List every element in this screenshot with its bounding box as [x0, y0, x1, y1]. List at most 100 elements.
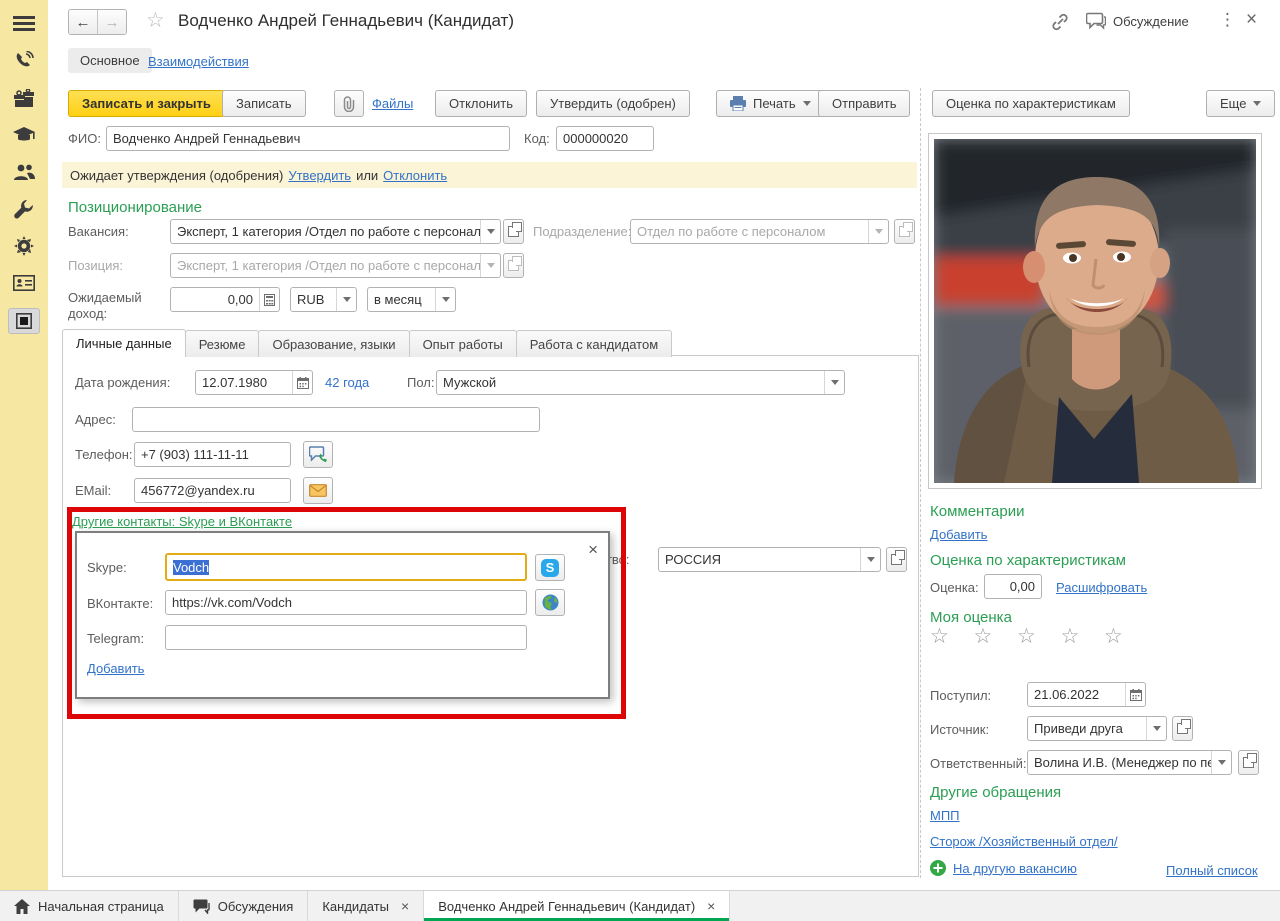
- reject-button[interactable]: Отклонить: [435, 90, 527, 117]
- source-open-button[interactable]: [1172, 716, 1193, 741]
- other-vacancy-item[interactable]: На другую вакансию: [930, 860, 1077, 876]
- gifts-icon[interactable]: [9, 86, 39, 110]
- tab-work-with-candidate[interactable]: Работа с кандидатом: [516, 330, 672, 357]
- citizenship-select[interactable]: РОССИЯ: [658, 547, 881, 572]
- rating-button[interactable]: Оценка по характеристикам: [932, 90, 1130, 117]
- gender-dropdown-arrow-icon[interactable]: [824, 371, 844, 394]
- taskbar-tab-candidates[interactable]: Кандидаты ×: [308, 891, 424, 921]
- vacancy-dropdown-arrow-icon[interactable]: [480, 220, 500, 243]
- status-approve-link[interactable]: Утвердить: [288, 168, 351, 183]
- favorite-star-icon[interactable]: ☆: [146, 8, 165, 33]
- panel-splitter[interactable]: [920, 88, 921, 878]
- popup-add-link[interactable]: Добавить: [87, 661, 144, 676]
- send-button[interactable]: Отправить: [818, 90, 910, 117]
- source-select[interactable]: Приведи друга: [1027, 716, 1167, 741]
- phone-icon[interactable]: [9, 49, 39, 73]
- responsible-dropdown-arrow-icon[interactable]: [1211, 751, 1231, 774]
- expected-income-label: Ожидаемый доход:: [68, 290, 163, 322]
- calculator-icon[interactable]: [259, 288, 279, 311]
- education-icon[interactable]: [9, 123, 39, 147]
- print-button[interactable]: Печать: [716, 90, 825, 117]
- vacancy-label: Вакансия:: [68, 224, 129, 239]
- tab-experience[interactable]: Опыт работы: [409, 330, 517, 357]
- approve-button[interactable]: Утвердить (одобрен): [536, 90, 690, 117]
- menu-icon[interactable]: [9, 12, 39, 36]
- email-input[interactable]: [134, 478, 291, 503]
- tab-education[interactable]: Образование, языки: [258, 330, 409, 357]
- full-list-link[interactable]: Полный список: [1166, 863, 1258, 878]
- back-button[interactable]: ←: [69, 10, 97, 34]
- rating-value-input[interactable]: 0,00: [984, 574, 1042, 599]
- calendar-icon[interactable]: [1125, 683, 1145, 706]
- window-menu-kebab-icon[interactable]: ⋮: [1219, 10, 1236, 30]
- period-dropdown-arrow-icon[interactable]: [435, 288, 455, 311]
- candidate-photo[interactable]: [928, 133, 1262, 489]
- other-vacancy-link[interactable]: На другую вакансию: [953, 861, 1077, 876]
- department-open-button[interactable]: [894, 219, 915, 244]
- citizenship-open-button[interactable]: [886, 547, 907, 572]
- tab-close-icon[interactable]: ×: [707, 898, 715, 914]
- citizenship-dropdown-arrow-icon[interactable]: [860, 548, 880, 571]
- birthdate-input[interactable]: 12.07.1980: [195, 370, 313, 395]
- wrench-icon[interactable]: [9, 197, 39, 221]
- address-input[interactable]: [132, 407, 540, 432]
- popup-close-icon[interactable]: ×: [588, 543, 598, 557]
- comments-header: Комментарии: [930, 503, 1024, 520]
- save-button[interactable]: Записать: [222, 90, 306, 117]
- period-select[interactable]: в месяц: [367, 287, 456, 312]
- tab-close-icon[interactable]: ×: [401, 898, 409, 914]
- files-link[interactable]: Файлы: [372, 96, 413, 111]
- window-close-icon[interactable]: ×: [1246, 9, 1257, 31]
- people-icon[interactable]: [9, 160, 39, 184]
- telegram-input[interactable]: [165, 625, 527, 650]
- tab-personal-data[interactable]: Личные данные: [62, 329, 186, 357]
- save-close-button[interactable]: Записать и закрыть: [68, 90, 225, 117]
- tab-interactions-link[interactable]: Взаимодействия: [148, 54, 249, 69]
- status-reject-link[interactable]: Отклонить: [383, 168, 447, 183]
- rating-label: Оценка:: [930, 580, 979, 595]
- id-card-icon[interactable]: [9, 271, 39, 295]
- taskbar-tab-candidate-card[interactable]: Водченко Андрей Геннадьевич (Кандидат) ×: [424, 891, 730, 921]
- department-label: Подразделение:: [533, 224, 631, 239]
- taskbar-home[interactable]: Начальная страница: [0, 891, 179, 921]
- monitor-icon[interactable]: [8, 308, 40, 334]
- skype-button[interactable]: S: [535, 554, 565, 581]
- vacancy-open-button[interactable]: [503, 219, 524, 244]
- storozh-link[interactable]: Сторож /Хозяйственный отдел/: [930, 834, 1118, 849]
- discussion-button[interactable]: Обсуждение: [1086, 12, 1189, 30]
- taskbar-discussions[interactable]: Обсуждения: [179, 891, 309, 921]
- vk-button[interactable]: [535, 589, 565, 616]
- received-date-input[interactable]: 21.06.2022: [1027, 682, 1146, 707]
- tab-resume[interactable]: Резюме: [185, 330, 260, 357]
- vk-input[interactable]: [165, 590, 527, 615]
- currency-dropdown-arrow-icon[interactable]: [336, 288, 356, 311]
- fio-input[interactable]: [106, 126, 510, 151]
- gender-select[interactable]: Мужской: [436, 370, 845, 395]
- get-link-icon[interactable]: [1050, 12, 1070, 32]
- send-email-button[interactable]: [303, 477, 333, 504]
- calendar-icon[interactable]: [292, 371, 312, 394]
- position-open-button[interactable]: [503, 253, 524, 278]
- expected-income-input[interactable]: 0,00: [170, 287, 280, 312]
- skype-input[interactable]: Vodch: [165, 553, 527, 581]
- responsible-open-button[interactable]: [1238, 750, 1259, 775]
- responsible-select[interactable]: Волина И.В. (Менеджер по пер: [1027, 750, 1232, 775]
- phone-input[interactable]: [134, 442, 291, 467]
- decrypt-link[interactable]: Расшифровать: [1056, 580, 1147, 595]
- mpp-link[interactable]: МПП: [930, 808, 960, 823]
- other-contacts-link[interactable]: Другие контакты: Skype и ВКонтакте: [72, 514, 292, 529]
- more-button[interactable]: Еще: [1206, 90, 1275, 117]
- tab-main[interactable]: Основное: [68, 48, 152, 73]
- currency-select[interactable]: RUB: [290, 287, 357, 312]
- comments-add-link[interactable]: Добавить: [930, 527, 987, 542]
- code-input[interactable]: [556, 126, 654, 151]
- open-link-icon: [899, 226, 910, 237]
- forward-button[interactable]: →: [97, 10, 126, 34]
- sms-button[interactable]: [303, 441, 333, 468]
- vacancy-select[interactable]: Эксперт, 1 категория /Отдел по работе с …: [170, 219, 501, 244]
- attach-button[interactable]: [334, 90, 364, 117]
- source-label: Источник:: [930, 722, 989, 737]
- my-rating-stars[interactable]: ☆ ☆ ☆ ☆ ☆: [930, 624, 1132, 648]
- gear-icon[interactable]: [9, 234, 39, 258]
- source-dropdown-arrow-icon[interactable]: [1146, 717, 1166, 740]
